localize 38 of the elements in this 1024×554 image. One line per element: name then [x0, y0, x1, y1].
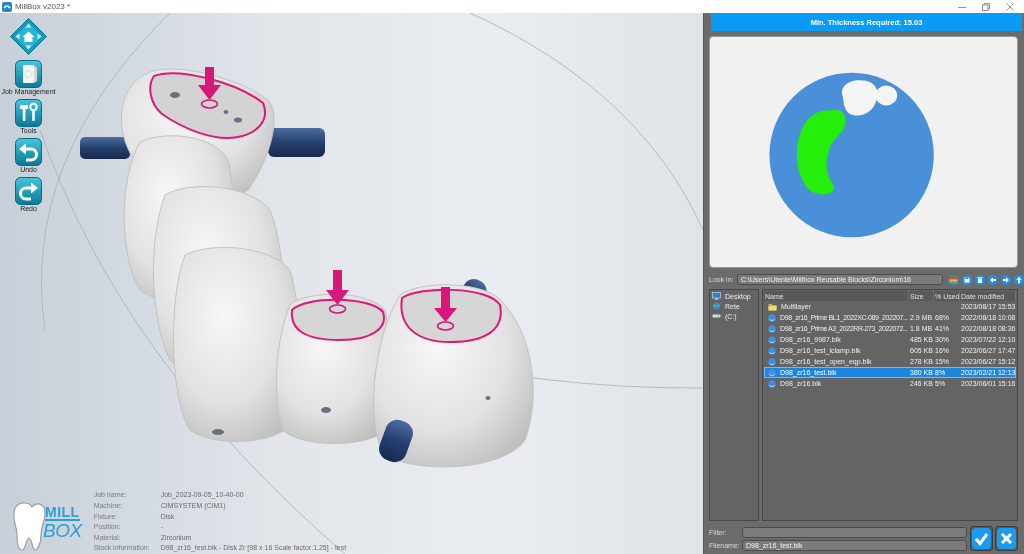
disk-file-icon: [768, 335, 776, 344]
disk-file-icon: [768, 357, 776, 366]
confirm-button[interactable]: [970, 526, 993, 551]
connector-cylinder: [268, 128, 325, 157]
restore-icon[interactable]: [982, 2, 990, 11]
disk-file-icon: [768, 368, 776, 377]
logo-text: BOX: [43, 521, 82, 541]
home-navigation-icon[interactable]: [10, 18, 47, 55]
trash-icon[interactable]: [975, 274, 985, 285]
floppy-icon[interactable]: [962, 274, 972, 285]
left-arrow-icon[interactable]: [988, 274, 998, 285]
right-arrow-icon[interactable]: [1001, 274, 1011, 285]
disk-file-icon: [768, 313, 776, 322]
drive-icon: [712, 312, 721, 320]
model-viewport[interactable]: [0, 13, 703, 554]
disk-file-icon: [768, 346, 776, 355]
redo-icon: [15, 177, 42, 205]
filter-field[interactable]: [742, 526, 967, 538]
window-title: MillBox v2023 *: [15, 2, 71, 11]
up-arrow-icon[interactable]: [1014, 274, 1024, 285]
logo-text: MILL: [45, 506, 80, 521]
check-icon: [972, 528, 991, 549]
cancel-button[interactable]: [995, 526, 1018, 551]
document-icon: [15, 60, 42, 88]
insertion-arrow: [326, 270, 349, 314]
tools-icon: [15, 99, 42, 127]
folder-icon: [768, 302, 777, 311]
monitor-icon: [712, 292, 721, 300]
connector-cylinder: [80, 137, 130, 159]
close-icon[interactable]: [1006, 2, 1014, 11]
undo-icon: [15, 138, 42, 166]
globe-icon: [712, 302, 721, 310]
insertion-arrow: [434, 287, 457, 331]
disk-file-icon: [768, 324, 776, 333]
insertion-arrow: [198, 67, 221, 109]
disk-file-icon: [768, 379, 776, 388]
stack-icon[interactable]: [948, 274, 959, 285]
close-icon: [997, 528, 1016, 549]
